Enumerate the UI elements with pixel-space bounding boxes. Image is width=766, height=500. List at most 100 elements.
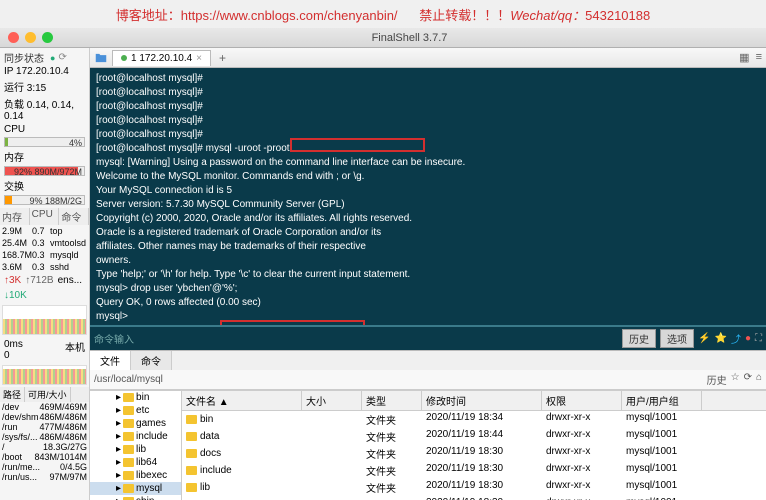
tab-files[interactable]: 文件 xyxy=(90,351,131,370)
terminal-line: [root@localhost mysql]# xyxy=(96,100,760,114)
runtime-label: 运行 3:15 xyxy=(4,78,85,95)
disk-row[interactable]: /run477M/486M xyxy=(0,422,89,432)
terminal-line: mysql: [Warning] Using a password on the… xyxy=(96,156,760,170)
swap-bar: 9% 188M/2G xyxy=(4,195,85,205)
terminal-line: [root@localhost mysql]# mysql -uroot -pr… xyxy=(96,142,760,156)
disk-row[interactable]: /18.3G/27G xyxy=(0,442,89,452)
latency-chart xyxy=(2,365,87,385)
terminal-line: Oracle is a registered trademark of Orac… xyxy=(96,226,760,240)
disk-row[interactable]: /sys/fs/...486M/486M xyxy=(0,432,89,442)
tree-item[interactable]: ▸bin xyxy=(90,391,181,404)
disk-row[interactable]: /run/me...0/4.5G xyxy=(0,462,89,472)
file-row[interactable]: data文件夹2020/11/19 18:44drwxr-xr-xmysql/1… xyxy=(182,428,766,445)
close-icon[interactable] xyxy=(8,32,19,43)
net-up: ↑3K xyxy=(4,275,21,286)
terminal[interactable]: [root@localhost mysql]#[root@localhost m… xyxy=(90,68,766,325)
tree-item[interactable]: ▸etc xyxy=(90,404,181,417)
disk-row[interactable]: /dev469M/469M xyxy=(0,402,89,412)
ip-label: IP 172.20.10.4 xyxy=(4,65,85,78)
process-header: 内存CPU命令 xyxy=(0,208,89,225)
file-list[interactable]: 文件名 ▲大小类型修改时间权限用户/用户组 bin文件夹2020/11/19 1… xyxy=(182,391,766,500)
history-label[interactable]: 历史 xyxy=(707,372,727,387)
disk-row[interactable]: /dev/shm486M/486M xyxy=(0,412,89,422)
tab-commands[interactable]: 命令 xyxy=(131,351,172,370)
disk-row[interactable]: /run/us...97M/97M xyxy=(0,472,89,482)
tree-item[interactable]: ▸libexec xyxy=(90,469,181,482)
history-button[interactable]: 历史 xyxy=(622,329,656,348)
terminal-line: [root@localhost mysql]# xyxy=(96,72,760,86)
bolt-icon[interactable]: ⚡ xyxy=(698,333,710,344)
breadcrumb: /usr/local/mysql 历史 ☆ ⟳ ⌂ xyxy=(90,370,766,390)
expand-icon[interactable]: ⛶ xyxy=(755,333,762,344)
share-icon[interactable]: ⤴ xyxy=(731,331,741,346)
tree-item[interactable]: ▸include xyxy=(90,430,181,443)
tree-item[interactable]: ▸lib64 xyxy=(90,456,181,469)
bookmark-icon[interactable]: ☆ xyxy=(731,372,740,387)
terminal-line: Type 'help;' or '\h' for help. Type '\c'… xyxy=(96,268,760,282)
blog-link[interactable]: https://www.cnblogs.com/chenyanbin/ xyxy=(181,8,398,23)
process-row[interactable]: 168.7M0.3mysqld xyxy=(0,249,89,261)
maximize-icon[interactable] xyxy=(42,32,53,43)
status-dot-icon xyxy=(121,55,127,61)
record-icon[interactable]: ● xyxy=(745,333,751,344)
add-tab-button[interactable]: + xyxy=(215,51,230,65)
file-row[interactable]: bin文件夹2020/11/19 18:34drwxr-xr-xmysql/10… xyxy=(182,411,766,428)
info-icon: ● xyxy=(50,53,55,63)
filelist-header[interactable]: 文件名 ▲大小类型修改时间权限用户/用户组 xyxy=(182,391,766,411)
process-row[interactable]: 3.6M0.3sshd xyxy=(0,261,89,273)
tree-item[interactable]: ▸lib xyxy=(90,443,181,456)
session-tab[interactable]: 1 172.20.10.4× xyxy=(112,50,211,66)
tree-item[interactable]: ▸games xyxy=(90,417,181,430)
reload-icon[interactable]: ⟳ xyxy=(58,52,66,63)
cpu-bar: 4% xyxy=(4,137,85,147)
file-row[interactable]: man文件夹2020/11/19 18:30drwxr-xr-xmysql/10… xyxy=(182,496,766,500)
load-label: 负载 0.14, 0.14, 0.14 xyxy=(4,95,85,123)
terminal-line: Welcome to the MySQL monitor. Commands e… xyxy=(96,170,760,184)
file-panel-tabs: 文件 命令 xyxy=(90,350,766,370)
path-text[interactable]: /usr/local/mysql xyxy=(94,374,163,385)
terminal-line: Your MySQL connection id is 5 xyxy=(96,184,760,198)
command-input[interactable]: 命令输入 xyxy=(94,331,134,346)
net-chart xyxy=(2,305,87,335)
terminal-line: owners. xyxy=(96,254,760,268)
disk-row[interactable]: /boot843M/1014M xyxy=(0,452,89,462)
terminal-line: [root@localhost mysql]# xyxy=(96,114,760,128)
grid-icon[interactable]: ▦ xyxy=(739,51,749,64)
minimize-icon[interactable] xyxy=(25,32,36,43)
tab-bar: 1 172.20.10.4× + ▦ ≡ xyxy=(90,48,766,68)
terminal-line: Copyright (c) 2000, 2020, Oracle and/or … xyxy=(96,212,760,226)
disk-header: 路径可用/大小 xyxy=(0,387,89,402)
net-down: ↓10K xyxy=(4,290,27,301)
tree-item[interactable]: ▸sbin xyxy=(90,495,181,500)
tree-item[interactable]: ▸mysql xyxy=(90,482,181,495)
process-row[interactable]: 25.4M0.3vmtoolsd xyxy=(0,237,89,249)
close-tab-icon[interactable]: × xyxy=(196,53,202,64)
star-icon[interactable]: ⭐ xyxy=(715,333,727,344)
home-icon[interactable]: ⌂ xyxy=(756,372,762,387)
terminal-line: mysql> drop user 'ybchen'@'%'; xyxy=(96,282,760,296)
terminal-line: [root@localhost mysql]# xyxy=(96,128,760,142)
folder-tree[interactable]: ▸bin▸etc▸games▸include▸lib▸lib64▸libexec… xyxy=(90,391,182,500)
sync-status: 同步状态●⟳ xyxy=(4,50,85,65)
net-peak: ↑712B xyxy=(25,275,53,286)
titlebar: FinalShell 3.7.7 xyxy=(0,28,766,48)
file-row[interactable]: docs文件夹2020/11/19 18:30drwxr-xr-xmysql/1… xyxy=(182,445,766,462)
file-row[interactable]: include文件夹2020/11/19 18:30drwxr-xr-xmysq… xyxy=(182,462,766,479)
mem-bar: 92% 890M/972M xyxy=(4,166,85,176)
terminal-line: Query OK, 0 rows affected (0.00 sec) xyxy=(96,296,760,310)
command-input-bar: 命令输入 历史 选项 ⚡ ⭐ ⤴ ● ⛶ xyxy=(90,325,766,350)
window-controls[interactable] xyxy=(0,32,53,43)
folder-icon[interactable] xyxy=(94,51,108,65)
terminal-line: Server version: 5.7.30 MySQL Community S… xyxy=(96,198,760,212)
refresh-icon[interactable]: ⟳ xyxy=(744,372,752,387)
terminal-line: mysql> xyxy=(96,310,760,324)
options-button[interactable]: 选项 xyxy=(660,329,694,348)
status-sidebar: 同步状态●⟳ IP 172.20.10.4 运行 3:15 负载 0.14, 0… xyxy=(0,48,90,500)
menu-icon[interactable]: ≡ xyxy=(756,51,762,64)
terminal-line: affiliates. Other names may be trademark… xyxy=(96,240,760,254)
terminal-line: [root@localhost mysql]# xyxy=(96,86,760,100)
highlight-box-1 xyxy=(290,138,425,152)
app-title: FinalShell 3.7.7 xyxy=(53,32,766,44)
file-row[interactable]: lib文件夹2020/11/19 18:30drwxr-xr-xmysql/10… xyxy=(182,479,766,496)
process-row[interactable]: 2.9M0.7top xyxy=(0,225,89,237)
